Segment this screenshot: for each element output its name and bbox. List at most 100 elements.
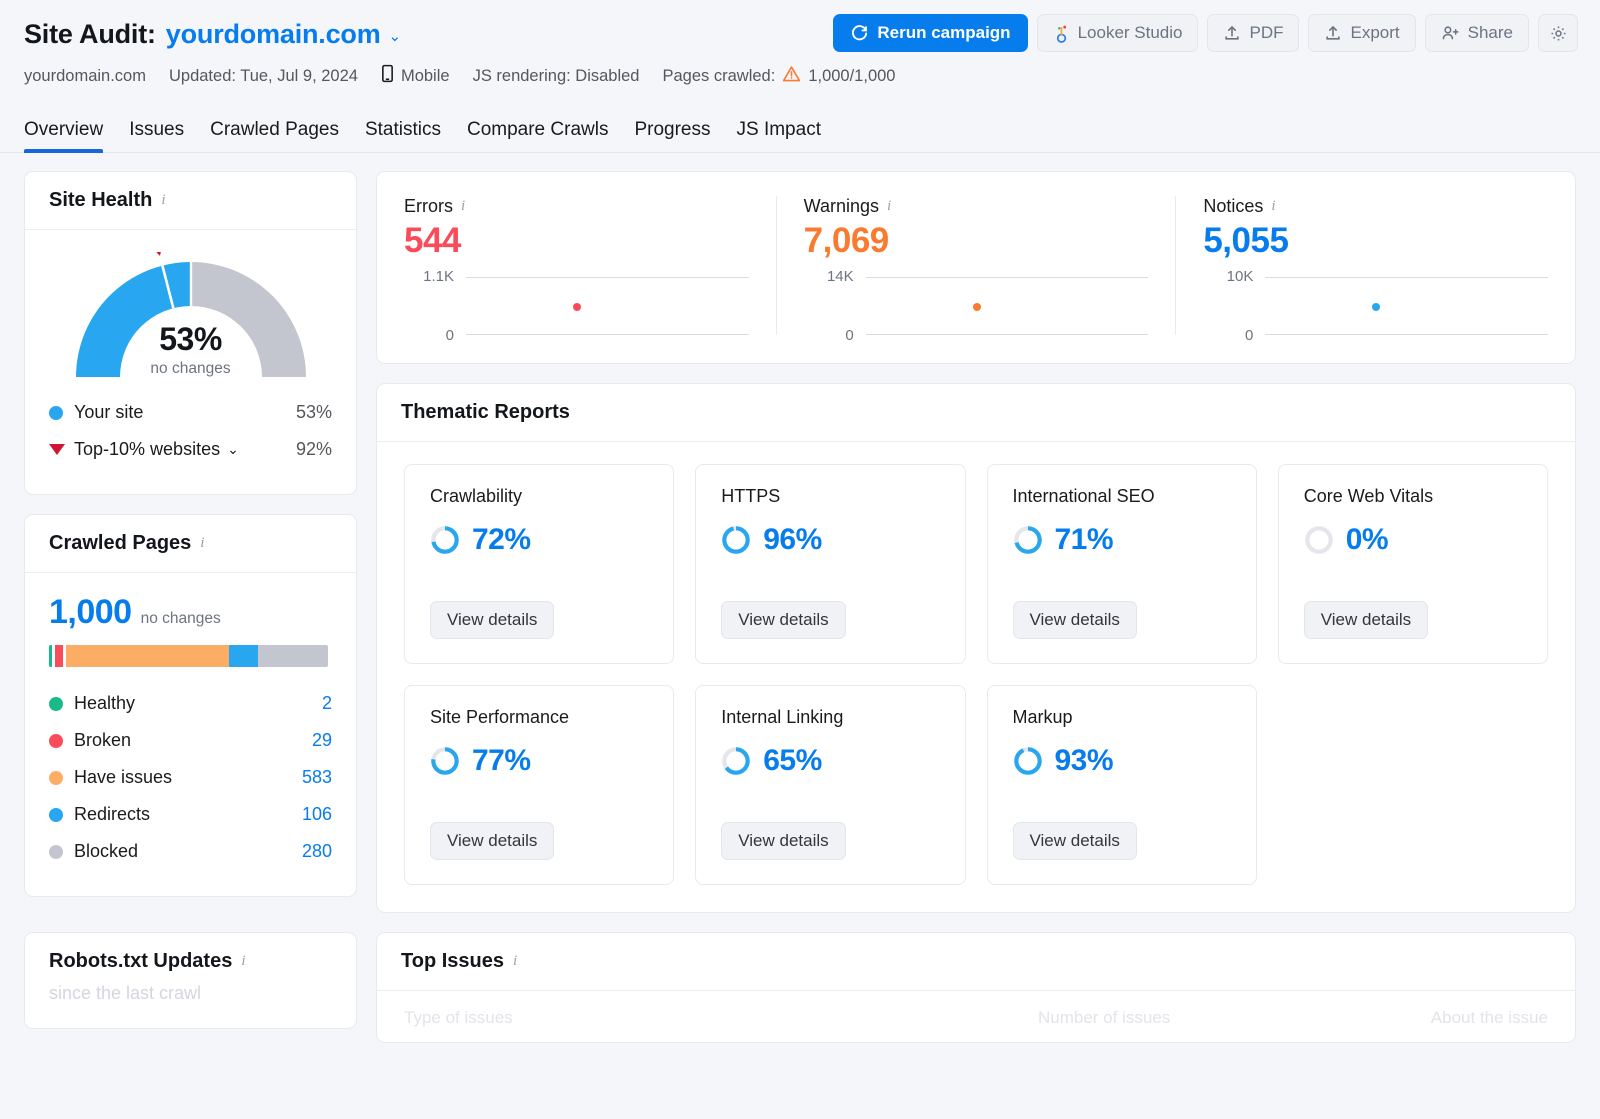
looker-studio-label: Looker Studio [1077,23,1183,42]
bar-segment-blocked [258,645,328,667]
stat-head: Notices i [1203,196,1548,217]
robots-txt-header: Robots.txt Updates i [25,933,356,977]
thematic-card-name: Core Web Vitals [1303,486,1434,506]
donut-icon [722,747,750,775]
tab-crawled-pages[interactable]: Crawled Pages [210,119,339,152]
legend-value: 53% [295,402,332,422]
list-item-count[interactable]: 106 [302,804,332,825]
tab-bar: Overview Issues Crawled Pages Statistics… [0,109,1600,153]
spark-gridline [865,334,1149,335]
stat-head: Errors i [404,196,749,217]
list-item-count[interactable]: 583 [302,767,332,788]
upload-icon [1324,24,1342,42]
tab-progress[interactable]: Progress [634,119,710,152]
tab-issues[interactable]: Issues [129,119,184,152]
status-dot-icon [49,733,63,748]
legend-dot-icon [49,405,63,420]
list-item[interactable]: Broken 29 [49,722,332,759]
info-icon[interactable]: i [1271,198,1275,215]
chevron-down-icon[interactable]: ⌄ [227,441,239,458]
pdf-button[interactable]: PDF [1207,14,1300,52]
settings-button[interactable] [1538,14,1578,52]
view-details-button[interactable]: View details [430,822,555,860]
thematic-card-https[interactable]: HTTPS 96% View details [695,464,966,664]
spark-gridline [1265,334,1549,335]
looker-studio-button[interactable]: Looker Studio [1036,14,1199,52]
site-health-title: Site Health [49,189,153,211]
thematic-card-crawlability[interactable]: Crawlability 72% View details [404,464,675,664]
view-details-button[interactable]: View details [1012,601,1137,639]
info-icon[interactable]: i [161,192,165,209]
domain-link[interactable]: yourdomain.com [166,19,381,50]
spark-tick-bottom: 0 [845,327,854,344]
rerun-campaign-label: Rerun campaign [877,23,1011,42]
list-item-count[interactable]: 29 [312,730,332,751]
thematic-card-markup[interactable]: Markup 93% View details [986,685,1257,885]
stat-notices[interactable]: Notices i 5,055 10K 0 [1175,196,1575,344]
site-health-delta: no changes [150,360,231,377]
tab-statistics[interactable]: Statistics [365,119,441,152]
thematic-reports-header: Thematic Reports [377,384,1575,442]
spark-gridline [865,277,1149,278]
tab-compare-crawls[interactable]: Compare Crawls [467,119,608,152]
thematic-reports-title: Thematic Reports [401,401,570,423]
tab-js-impact[interactable]: JS Impact [737,119,821,152]
top-issues-title: Top Issues [401,950,504,972]
status-dot-icon [49,844,63,859]
thematic-card-percent: 65% [763,744,822,777]
list-item-count[interactable]: 2 [322,693,332,714]
status-dot-icon [49,696,63,711]
page-header: Site Audit: yourdomain.com ⌄ Rerun campa… [0,0,1600,89]
thematic-card-name: International SEO [1012,486,1155,506]
view-details-button[interactable]: View details [721,822,846,860]
view-details-button[interactable]: View details [1303,601,1429,639]
spark-tick-bottom: 0 [1245,327,1254,344]
crawled-pages-list: Healthy 2 Broken 29 Have issues 583 Redi… [49,685,332,870]
list-item[interactable]: Blocked 280 [49,833,332,870]
spark-point [1372,303,1381,311]
thematic-card-core-web-vitals[interactable]: Core Web Vitals 0% View details [1277,464,1548,664]
thematic-card-value-row: 65% [721,744,939,778]
list-item[interactable]: Redirects 106 [49,796,332,833]
thematic-card-site-performance[interactable]: Site Performance 77% View details [404,685,675,885]
list-item-label: Redirects [74,804,151,824]
list-item[interactable]: Healthy 2 [49,685,332,722]
thematic-card-internal-linking[interactable]: Internal Linking 65% View details [695,685,966,885]
bar-segment-have-issues [65,645,229,667]
view-details-button[interactable]: View details [721,601,846,639]
pdf-label: PDF [1249,23,1284,42]
list-item[interactable]: Have issues 583 [49,759,332,796]
chevron-down-icon[interactable]: ⌄ [389,29,402,44]
thematic-card-value-row: 71% [1013,523,1231,557]
info-icon[interactable]: i [461,198,465,215]
info-icon[interactable]: i [887,198,891,215]
view-details-button[interactable]: View details [430,601,555,639]
spark-tick-top: 14K [826,268,854,285]
site-health-gauge-wrap: 53% no changes [25,230,356,388]
upload-icon [1223,24,1241,42]
donut-icon [431,526,459,554]
thematic-card-international-seo[interactable]: International SEO 71% View details [986,464,1257,664]
thematic-card-value-row: 93% [1013,744,1231,778]
errors-sparkline: 1.1K 0 [404,268,749,344]
info-icon[interactable]: i [241,953,245,970]
refresh-icon [850,24,869,43]
info-icon[interactable]: i [200,535,204,552]
stat-warnings[interactable]: Warnings i 7,069 14K 0 [775,196,1176,344]
stat-value: 5,055 [1203,221,1289,260]
robots-txt-body: since the last crawl [25,977,356,1028]
tab-overview[interactable]: Overview [24,119,104,153]
legend-item-top-10[interactable]: Top-10% websites ⌄ 92% [49,431,332,468]
gear-icon [1549,24,1568,43]
view-details-button[interactable]: View details [1012,822,1137,860]
list-item-count[interactable]: 280 [302,841,332,862]
export-button[interactable]: Export [1308,14,1416,52]
info-icon[interactable]: i [513,953,517,970]
thematic-card-name: HTTPS [721,486,781,506]
rerun-campaign-button[interactable]: Rerun campaign [833,14,1028,52]
share-button[interactable]: Share [1424,14,1529,52]
stat-errors[interactable]: Errors i 544 1.1K 0 [377,196,776,344]
thematic-card-percent: 93% [1054,744,1114,777]
top-issues-column-headers: Type of issues Number of issues About th… [377,991,1575,1042]
bar-segment-broken [55,645,64,667]
